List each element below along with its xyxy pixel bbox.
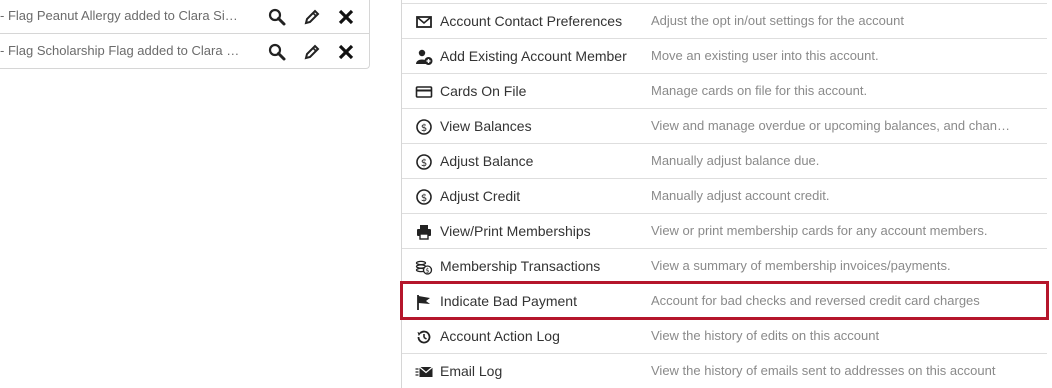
history-icon xyxy=(415,328,433,346)
action-label: Account Contact Preferences xyxy=(440,13,623,29)
svg-text:$: $ xyxy=(421,123,427,134)
action-label: Add Existing Account Member xyxy=(440,48,627,64)
action-description: Manually adjust balance due. xyxy=(651,153,820,168)
email-send-icon xyxy=(415,363,433,381)
action-description: Move an existing user into this account. xyxy=(651,48,879,63)
action-label: Account Action Log xyxy=(440,328,560,344)
note-row: - Flag Scholarship Flag added to Clara S… xyxy=(0,35,369,69)
coins-icon: $ xyxy=(415,258,433,276)
action-description: Manually adjust account credit. xyxy=(651,188,830,203)
flag-icon xyxy=(415,293,433,311)
dollar-circle-icon: $ xyxy=(415,188,433,206)
svg-text:$: $ xyxy=(421,193,427,204)
action-description: Account for bad checks and reversed cred… xyxy=(651,293,980,308)
action-contact-preferences[interactable]: Account Contact Preferences Adjust the o… xyxy=(402,3,1047,38)
action-label: View Balances xyxy=(440,118,532,134)
action-adjust-balance[interactable]: $ Adjust Balance Manually adjust balance… xyxy=(402,143,1047,178)
account-actions-list: Account Contact Preferences Adjust the o… xyxy=(400,0,1052,388)
action-email-log[interactable]: Email Log View the history of emails sen… xyxy=(402,353,1047,388)
printer-icon xyxy=(415,223,433,241)
svg-text:$: $ xyxy=(425,267,429,275)
action-membership-transactions[interactable]: $ Membership Transactions View a summary… xyxy=(402,248,1047,283)
envelope-icon xyxy=(415,13,433,31)
note-text: - Flag Scholarship Flag added to Clara S… xyxy=(0,43,240,58)
svg-text:$: $ xyxy=(421,158,427,169)
notes-panel: - Flag Peanut Allergy added to Clara Sie… xyxy=(0,0,370,69)
action-adjust-credit[interactable]: $ Adjust Credit Manually adjust account … xyxy=(402,178,1047,213)
action-label: Membership Transactions xyxy=(440,258,601,274)
action-account-action-log[interactable]: Account Action Log View the history of e… xyxy=(402,318,1047,353)
action-cards-on-file[interactable]: Cards On File Manage cards on file for t… xyxy=(402,73,1047,108)
credit-card-icon xyxy=(415,83,433,101)
action-view-balances[interactable]: $ View Balances View and manage overdue … xyxy=(402,108,1047,143)
close-icon[interactable] xyxy=(336,7,356,27)
action-view-print-memberships[interactable]: View/Print Memberships View or print mem… xyxy=(402,213,1047,248)
add-user-icon xyxy=(415,48,433,66)
search-icon[interactable] xyxy=(267,7,287,27)
note-row: - Flag Peanut Allergy added to Clara Sie… xyxy=(0,0,369,34)
pencil-icon[interactable] xyxy=(302,7,322,27)
action-description: View the history of edits on this accoun… xyxy=(651,328,880,343)
action-label: View/Print Memberships xyxy=(440,223,591,239)
note-text: - Flag Peanut Allergy added to Clara Sie… xyxy=(0,8,240,23)
action-description: View and manage overdue or upcoming bala… xyxy=(651,118,1011,133)
action-description: Manage cards on file for this account. xyxy=(651,83,868,98)
action-add-existing-member[interactable]: Add Existing Account Member Move an exis… xyxy=(402,38,1047,73)
action-description: Adjust the opt in/out settings for the a… xyxy=(651,13,904,28)
close-icon[interactable] xyxy=(336,42,356,62)
action-label: Adjust Credit xyxy=(440,188,521,204)
action-description: View or print membership cards for any a… xyxy=(651,223,988,238)
pencil-icon[interactable] xyxy=(302,42,322,62)
search-icon[interactable] xyxy=(267,42,287,62)
action-description: View the history of emails sent to addre… xyxy=(651,363,996,378)
action-label: Indicate Bad Payment xyxy=(440,293,577,309)
action-indicate-bad-payment[interactable]: Indicate Bad Payment Account for bad che… xyxy=(400,281,1049,320)
action-label: Email Log xyxy=(440,363,503,379)
dollar-circle-icon: $ xyxy=(415,118,433,136)
action-label: Cards On File xyxy=(440,83,527,99)
dollar-circle-icon: $ xyxy=(415,153,433,171)
action-label: Adjust Balance xyxy=(440,153,534,169)
action-description: View a summary of membership invoices/pa… xyxy=(651,258,951,273)
